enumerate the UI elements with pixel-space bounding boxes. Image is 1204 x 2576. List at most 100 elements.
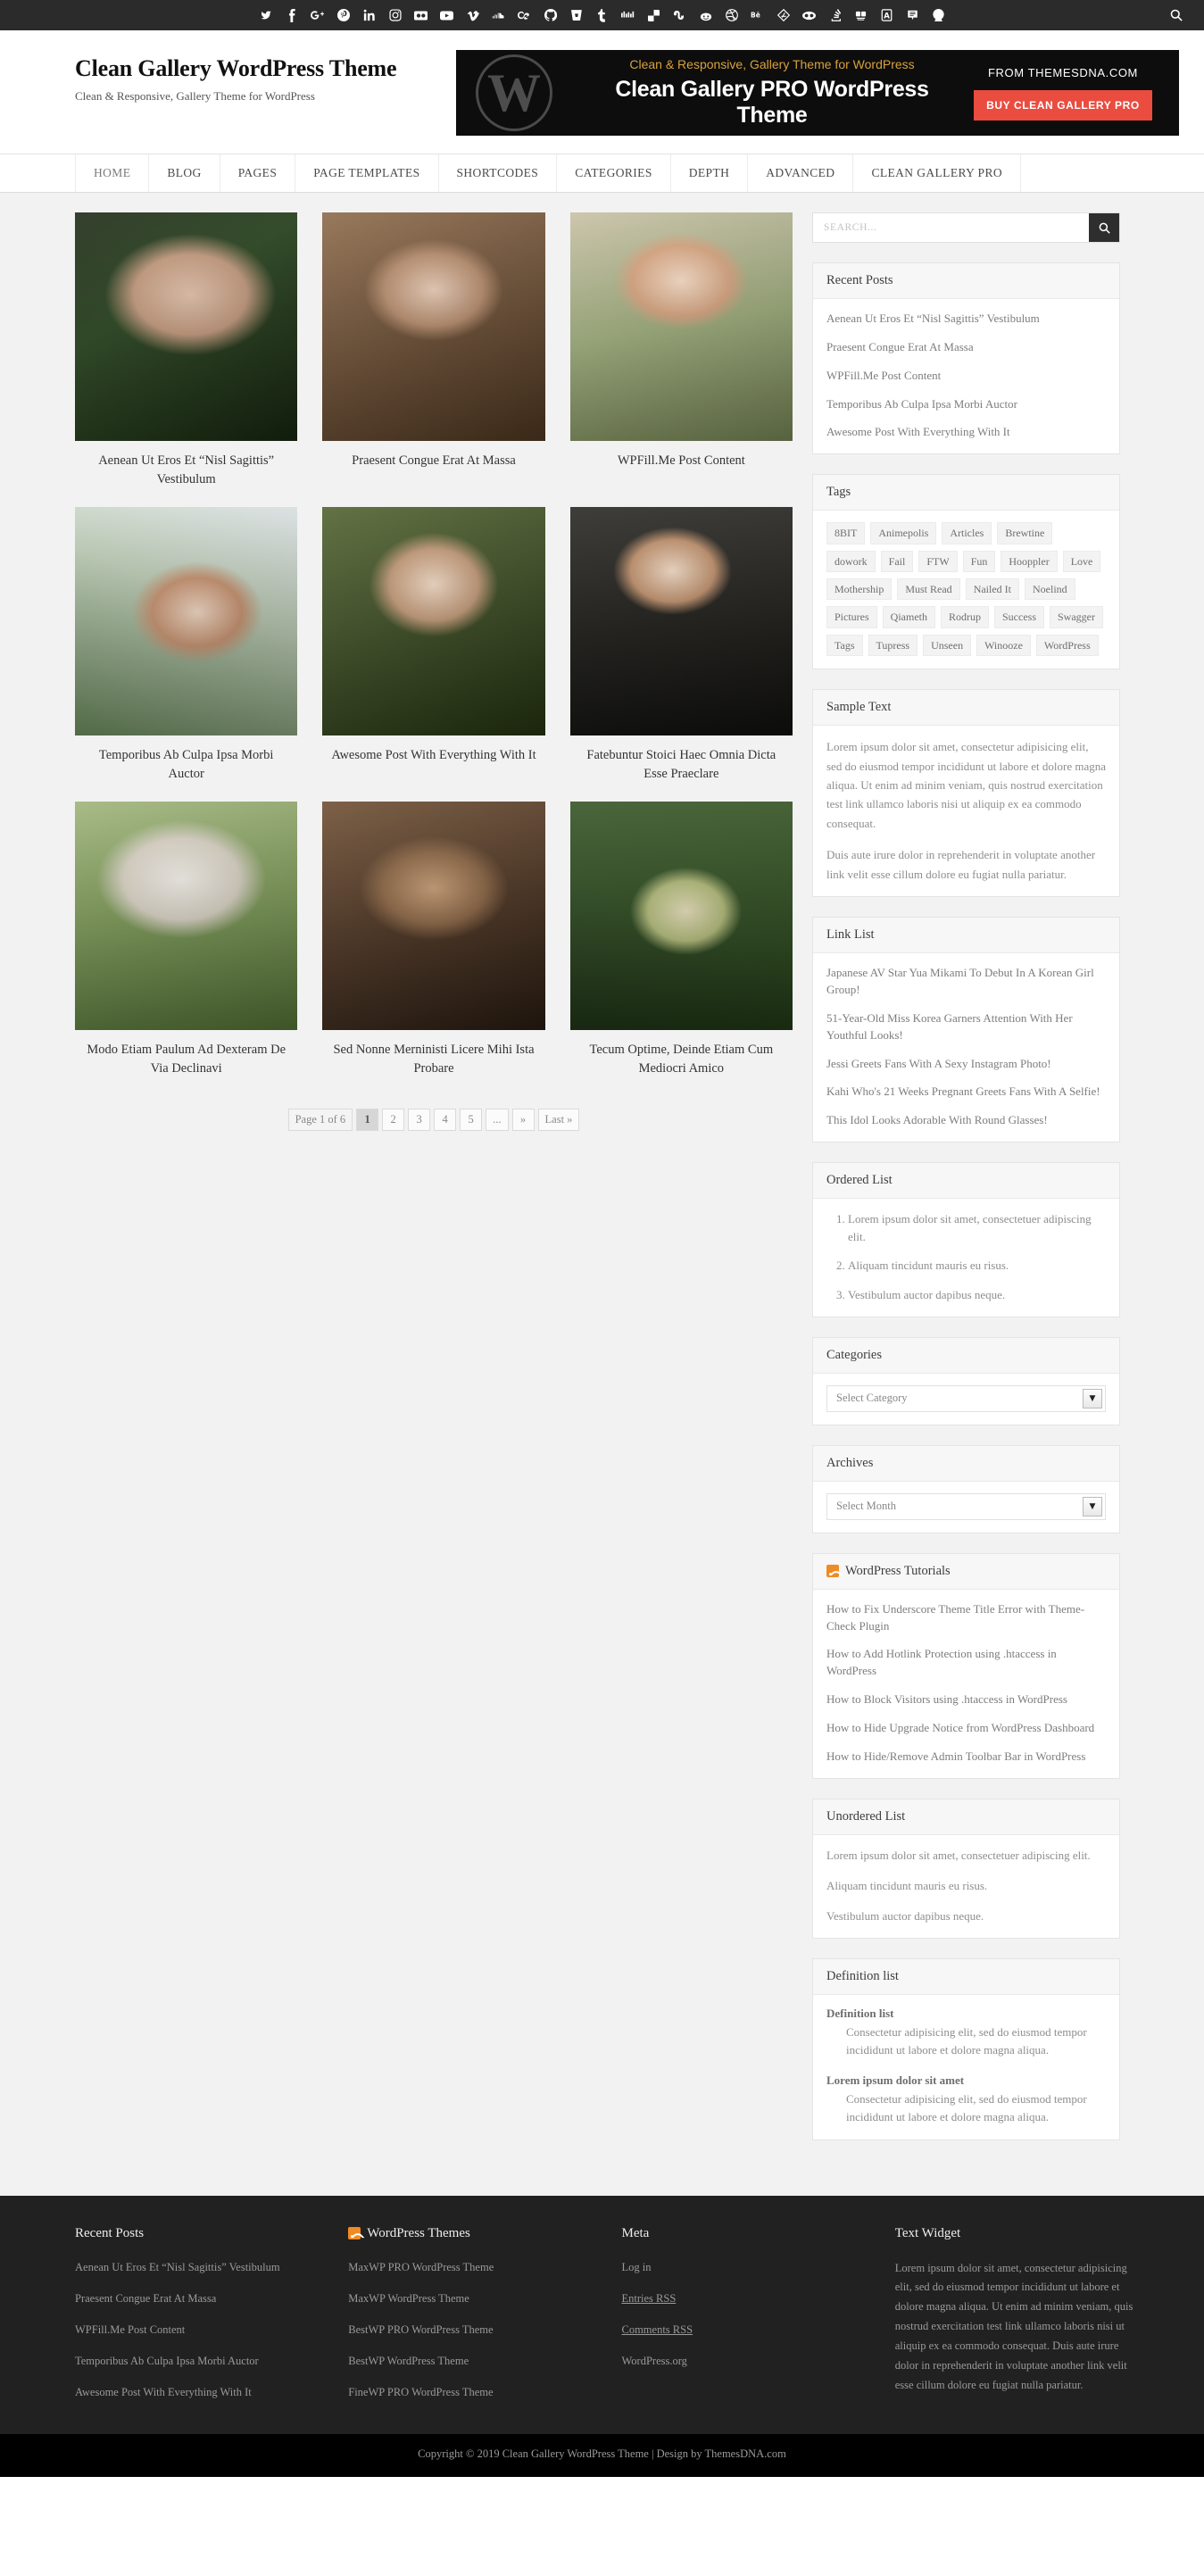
nav-item-shortcodes[interactable]: SHORTCODES [439, 154, 558, 192]
youtube-icon[interactable] [440, 8, 453, 22]
recent-post-link[interactable]: Aenean Ut Eros Et “Nisl Sagittis” Vestib… [826, 311, 1106, 328]
tutorial-link[interactable]: How to Hide/Remove Admin Toolbar Bar in … [826, 1749, 1106, 1766]
post-title[interactable]: Modo Etiam Paulum Ad Dexteram De Via Dec… [80, 1041, 292, 1078]
stumbleupon-icon[interactable] [673, 8, 686, 22]
nav-item-clean-gallery-pro[interactable]: CLEAN GALLERY PRO [853, 154, 1022, 192]
footer-link[interactable]: MaxWP PRO WordPress Theme [348, 2259, 596, 2275]
footer-link[interactable]: Aenean Ut Eros Et “Nisl Sagittis” Vestib… [75, 2259, 323, 2275]
post-thumbnail[interactable] [569, 507, 793, 736]
post-thumbnail[interactable] [569, 212, 793, 441]
tag-item[interactable]: Fun [962, 550, 996, 572]
pinterest-icon[interactable] [336, 8, 350, 22]
link-list-link[interactable]: 51-Year-Old Miss Korea Garners Attention… [826, 1010, 1106, 1044]
tag-item[interactable]: Tags [826, 634, 863, 657]
reddit-icon[interactable] [699, 8, 712, 22]
tag-item[interactable]: Swagger [1050, 606, 1103, 628]
recent-post-link[interactable]: Temporibus Ab Culpa Ipsa Morbi Auctor [826, 396, 1106, 413]
post-thumbnail[interactable] [322, 802, 545, 1031]
bitbucket-icon[interactable] [569, 8, 583, 22]
post-title[interactable]: Praesent Congue Erat At Massa [328, 452, 539, 470]
pagination-page-1[interactable]: 1 [356, 1109, 379, 1132]
search-input[interactable] [813, 213, 1089, 242]
digg-icon[interactable] [621, 8, 635, 22]
post-title[interactable]: Tecum Optime, Deinde Etiam Cum Mediocri … [576, 1041, 787, 1078]
envato-icon[interactable] [932, 8, 945, 22]
footer-link[interactable]: FineWP PRO WordPress Theme [348, 2384, 596, 2400]
delicious-icon[interactable] [647, 8, 660, 22]
topbar-search-icon[interactable] [1170, 9, 1183, 21]
tag-item[interactable]: dowork [826, 550, 876, 572]
archive-select[interactable]: Select Month ▼ [826, 1492, 1106, 1520]
footer-link[interactable]: BestWP PRO WordPress Theme [348, 2322, 596, 2338]
post-thumbnail[interactable] [75, 212, 298, 441]
post-title[interactable]: Temporibus Ab Culpa Ipsa Morbi Auctor [80, 746, 292, 784]
nav-item-page-templates[interactable]: PAGE TEMPLATES [295, 154, 439, 192]
tag-item[interactable]: FTW [918, 550, 958, 572]
category-select[interactable]: Select Category ▼ [826, 1384, 1106, 1412]
footer-link-wordpress-org[interactable]: WordPress.org [622, 2353, 870, 2369]
deviantart-icon[interactable] [776, 8, 790, 22]
footer-link[interactable]: Awesome Post With Everything With It [75, 2384, 323, 2400]
post-title[interactable]: WPFill.Me Post Content [576, 452, 787, 470]
tag-item[interactable]: Unseen [923, 634, 972, 657]
buy-pro-button[interactable]: BUY CLEAN GALLERY PRO [974, 89, 1152, 120]
tag-item[interactable]: Must Read [897, 578, 960, 601]
tag-item[interactable]: Brewtine [997, 522, 1053, 544]
recent-post-link[interactable]: WPFill.Me Post Content [826, 368, 1106, 385]
tag-item[interactable]: 8BIT [826, 522, 866, 544]
tag-item[interactable]: Mothership [826, 578, 893, 601]
post-title[interactable]: Fatebuntur Stoici Haec Omnia Dicta Esse … [576, 746, 787, 784]
footer-link[interactable]: Temporibus Ab Culpa Ipsa Morbi Auctor [75, 2353, 323, 2369]
linkedin-icon[interactable] [362, 8, 376, 22]
footer-link[interactable]: Praesent Congue Erat At Massa [75, 2290, 323, 2306]
post-title[interactable]: Awesome Post With Everything With It [328, 746, 539, 765]
nav-item-pages[interactable]: PAGES [220, 154, 296, 192]
tag-item[interactable]: Love [1062, 550, 1101, 572]
post-thumbnail[interactable] [322, 212, 545, 441]
pagination-last[interactable]: Last » [537, 1109, 580, 1132]
footer-link[interactable]: WPFill.Me Post Content [75, 2322, 323, 2338]
footer-link-comments-rss[interactable]: Comments RSS [622, 2322, 870, 2338]
flickr-icon[interactable] [414, 8, 428, 22]
ello-icon[interactable] [802, 8, 816, 22]
link-list-link[interactable]: Japanese AV Star Yua Mikami To Debut In … [826, 965, 1106, 999]
facebook-icon[interactable] [285, 8, 298, 22]
footer-link-entries-rss[interactable]: Entries RSS [622, 2290, 870, 2306]
tag-item[interactable]: Noelind [1025, 578, 1075, 601]
tag-item[interactable]: Success [994, 606, 1044, 628]
post-thumbnail[interactable] [75, 802, 298, 1031]
tutorial-link[interactable]: How to Add Hotlink Protection using .hta… [826, 1646, 1106, 1680]
nav-item-home[interactable]: HOME [75, 154, 150, 192]
post-title[interactable]: Sed Nonne Merninisti Licere Mihi Ista Pr… [328, 1041, 539, 1078]
link-list-link[interactable]: This Idol Looks Adorable With Round Glas… [826, 1112, 1106, 1129]
post-thumbnail[interactable] [569, 802, 793, 1031]
vimeo-icon[interactable] [466, 8, 479, 22]
apple-icon[interactable]: A [880, 8, 893, 22]
twitter-icon[interactable] [259, 8, 272, 22]
tag-item[interactable]: Pictures [826, 606, 877, 628]
tag-item[interactable]: Articles [942, 522, 992, 544]
tag-item[interactable]: Nailed It [965, 578, 1020, 601]
dribbble-icon[interactable] [725, 8, 738, 22]
tag-item[interactable]: Tupress [868, 634, 918, 657]
tumblr-icon[interactable] [595, 8, 609, 22]
tag-item[interactable]: WordPress [1035, 634, 1099, 657]
recent-post-link[interactable]: Awesome Post With Everything With It [826, 424, 1106, 441]
recent-post-link[interactable]: Praesent Congue Erat At Massa [826, 339, 1106, 356]
post-title[interactable]: Aenean Ut Eros Et “Nisl Sagittis” Vestib… [80, 452, 292, 489]
pagination-page-2[interactable]: 2 [382, 1109, 405, 1132]
pagination-page-5[interactable]: 5 [460, 1109, 483, 1132]
nav-item-depth[interactable]: DEPTH [671, 154, 749, 192]
github-icon[interactable] [544, 8, 557, 22]
tag-item[interactable]: Rodrup [941, 606, 989, 628]
google-plus-icon[interactable] [311, 8, 324, 22]
footer-link[interactable]: BestWP WordPress Theme [348, 2353, 596, 2369]
stackoverflow-icon[interactable] [828, 8, 842, 22]
link-list-link[interactable]: Kahi Who's 21 Weeks Pregnant Greets Fans… [826, 1084, 1106, 1101]
tag-item[interactable]: Qiameth [882, 606, 935, 628]
tutorial-link[interactable]: How to Hide Upgrade Notice from WordPres… [826, 1720, 1106, 1737]
post-thumbnail[interactable] [75, 507, 298, 736]
pagination-next[interactable]: » [511, 1109, 535, 1132]
soundcloud-icon[interactable] [492, 8, 505, 22]
tutorial-link[interactable]: How to Fix Underscore Theme Title Error … [826, 1601, 1106, 1635]
